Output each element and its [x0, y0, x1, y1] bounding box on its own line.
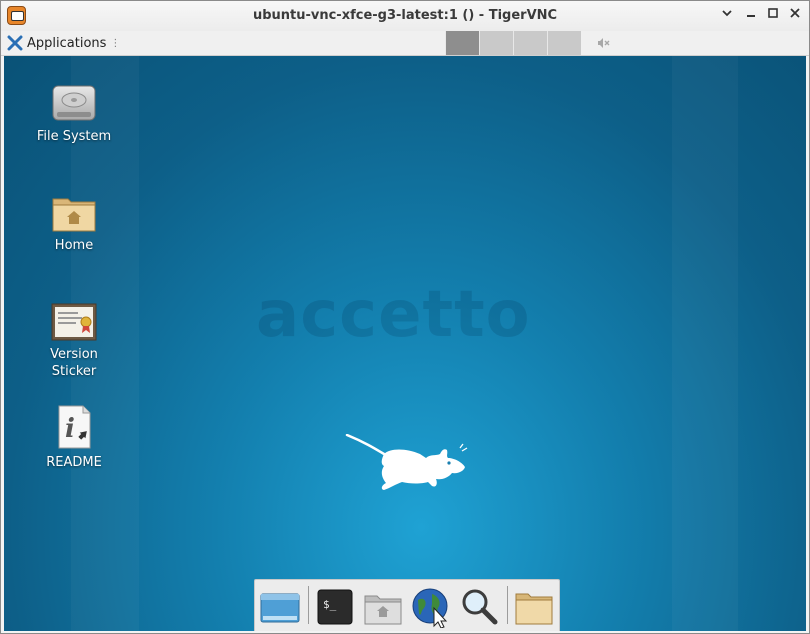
- background-band: [672, 56, 738, 631]
- dock-separator: [507, 586, 508, 624]
- maximize-icon[interactable]: [764, 7, 782, 25]
- label-line: Sticker: [51, 364, 97, 379]
- window-title: ubuntu-vnc-xfce-g3-latest:1 () - TigerVN…: [252, 8, 558, 23]
- info-document-icon: i: [58, 405, 91, 449]
- workspace-4[interactable]: [547, 31, 581, 55]
- terminal-icon[interactable]: $_: [314, 586, 356, 628]
- title-bar[interactable]: ubuntu-vnc-xfce-g3-latest:1 () - TigerVN…: [1, 1, 809, 32]
- workspace-1[interactable]: [445, 31, 479, 55]
- desktop-icon-readme[interactable]: i README: [19, 404, 129, 471]
- panel-handle-icon[interactable]: ⋮: [110, 38, 120, 49]
- magnifier-icon[interactable]: [458, 586, 500, 628]
- xfce-mouse-icon: [345, 434, 468, 490]
- home-folder-icon: [52, 198, 96, 232]
- muted-speaker-icon[interactable]: [597, 36, 611, 50]
- globe-icon[interactable]: [410, 586, 452, 628]
- workspace-2[interactable]: [479, 31, 513, 55]
- applications-label: Applications: [27, 35, 107, 51]
- svg-text:i: i: [65, 414, 75, 444]
- chevron-down-icon[interactable]: [718, 7, 736, 25]
- desktop-icon-label: Home: [54, 238, 94, 253]
- home-folder-icon[interactable]: [362, 586, 404, 628]
- certificate-icon: [51, 303, 97, 341]
- desktop-icon-version-sticker[interactable]: Version Sticker: [19, 302, 129, 380]
- desktop[interactable]: accetto File System Home Version Sticker…: [4, 56, 806, 631]
- folder-icon[interactable]: [513, 586, 555, 628]
- desktop-icon-home[interactable]: Home: [19, 193, 129, 254]
- dock-panel: $_: [254, 579, 560, 631]
- workspace-3[interactable]: [513, 31, 547, 55]
- close-icon[interactable]: [786, 7, 804, 25]
- svg-text:$_: $_: [323, 598, 337, 611]
- desktop-icon-label: Version Sticker: [19, 346, 129, 380]
- accetto-watermark: accetto: [256, 278, 531, 352]
- desktop-icon-label: README: [46, 455, 102, 470]
- desktop-icon-file-system[interactable]: File System: [19, 84, 129, 145]
- hard-drive-icon: [52, 85, 96, 121]
- xfce-logo-icon: [7, 35, 23, 51]
- top-panel: Applications ⋮: [1, 31, 809, 56]
- minimize-icon[interactable]: [742, 7, 760, 25]
- applications-menu-button[interactable]: Applications ⋮: [7, 33, 120, 53]
- label-line: Version: [50, 347, 98, 362]
- desktop-icon[interactable]: [259, 586, 301, 628]
- vnc-window: ubuntu-vnc-xfce-g3-latest:1 () - TigerVN…: [0, 0, 810, 634]
- dock-separator: [308, 586, 309, 624]
- desktop-icon-label: File System: [36, 129, 112, 144]
